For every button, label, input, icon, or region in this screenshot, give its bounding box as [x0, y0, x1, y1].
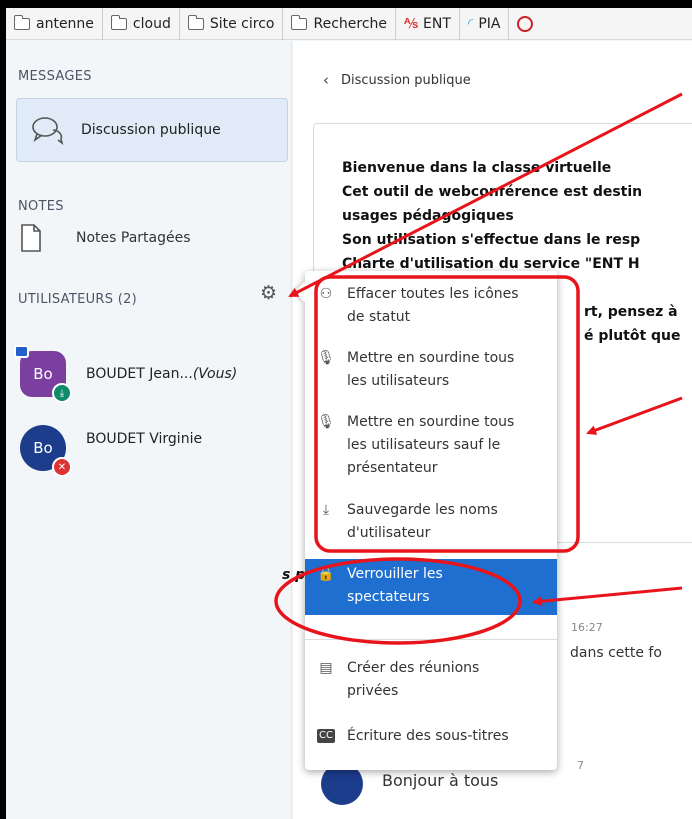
menu-item-breakout-rooms[interactable]: ▤ Créer des réunions privées: [305, 657, 557, 709]
download-status-icon: ⤓: [52, 383, 72, 403]
message-timestamp: 7: [577, 759, 584, 772]
browser-window: antenne cloud Site circo Recherche ⅍ ENT …: [6, 8, 692, 819]
back-button[interactable]: ‹ Discussion publique: [323, 71, 471, 89]
users-header: UTILISATEURS (2): [18, 292, 138, 307]
bookmark-antenne[interactable]: antenne: [6, 8, 103, 40]
folder-icon: [291, 14, 308, 30]
download-icon: ⤓: [322, 502, 330, 518]
welcome-line: rt, pensez à: [584, 304, 678, 320]
welcome-line: usages pédagogiques: [342, 208, 514, 224]
bookmark-logo-icon: [517, 15, 534, 32]
menu-item-label: Mettre en sourdine tous les utilisateurs: [347, 350, 515, 389]
folder-icon: [14, 14, 30, 30]
menu-item-save-usernames[interactable]: ⤓ Sauvegarde les noms d'utilisateur: [305, 499, 557, 551]
bookmark-pia[interactable]: ◜ PIA: [460, 8, 510, 40]
sidebar: MESSAGES Discussion publique NOTES Notes…: [6, 41, 292, 819]
user-list-item[interactable]: Bo ✕ BOUDET Virginie: [20, 425, 203, 477]
menu-item-label: Créer des réunions privées: [347, 660, 480, 699]
message-text: Bonjour à tous: [382, 771, 499, 790]
user-name: BOUDET Jean...(Vous): [86, 366, 238, 382]
menu-item-mute-all[interactable]: 🎙 Mettre en sourdine tous les utilisateur…: [305, 347, 557, 399]
notes-header: NOTES: [18, 199, 64, 214]
messages-header: MESSAGES: [18, 69, 92, 84]
public-chat-label: Discussion publique: [81, 122, 221, 138]
chevron-left-icon: ‹: [323, 71, 329, 89]
menu-item-lock-viewers[interactable]: 🔒 Verrouiller les spectateurs: [305, 559, 557, 615]
bookmarks-bar: antenne cloud Site circo Recherche ⅍ ENT …: [6, 8, 692, 40]
folder-icon: [110, 14, 127, 30]
bookmark-cloud[interactable]: cloud: [103, 8, 180, 40]
mute-icon: 🎙: [317, 414, 335, 430]
menu-item-label: Mettre en sourdine tous les utilisateurs …: [347, 414, 515, 476]
clear-status-icon: ⚇: [319, 286, 333, 302]
user-options-menu: ⚇ Effacer toutes les icônes de statut 🎙 M…: [305, 271, 557, 770]
muted-mic-icon: ✕: [52, 457, 72, 477]
ent-logo-icon: ⅍: [404, 16, 419, 32]
avatar: Bo ⤓: [14, 345, 72, 403]
document-icon: [21, 224, 41, 252]
menu-item-label: Verrouiller les spectateurs: [347, 566, 443, 605]
lock-icon: 🔒: [317, 566, 335, 582]
user-list-item[interactable]: Bo ⤓ BOUDET Jean...(Vous): [14, 345, 238, 403]
menu-item-label: Écriture des sous-titres: [347, 728, 509, 744]
bookmark-ent[interactable]: ⅍ ENT: [396, 8, 460, 40]
gear-icon[interactable]: ⚙: [260, 284, 277, 303]
avatar: Bo ✕: [20, 425, 72, 477]
welcome-line: Cet outil de webconférence est destin: [342, 184, 643, 200]
folder-icon: [187, 14, 204, 30]
shared-notes-item[interactable]: Notes Partagées: [20, 223, 191, 253]
welcome-line: é plutôt que: [584, 328, 681, 344]
welcome-line: Charte d'utilisation du service "ENT H: [342, 256, 640, 272]
user-name: BOUDET Virginie: [86, 431, 203, 447]
bookmark-site-circo[interactable]: Site circo: [180, 8, 284, 40]
shared-notes-label: Notes Partagées: [76, 230, 191, 246]
closed-captions-icon: CC: [317, 729, 335, 743]
menu-divider: [305, 639, 557, 640]
pia-logo-icon: ◜: [467, 15, 474, 32]
menu-item-label: Sauvegarde les noms d'utilisateur: [347, 502, 498, 541]
bookmark-extra[interactable]: [509, 8, 546, 40]
mute-icon: 🎙: [317, 350, 335, 366]
bookmark-recherche[interactable]: Recherche: [283, 8, 397, 40]
presenter-icon: [14, 345, 29, 358]
menu-item-clear-status[interactable]: ⚇ Effacer toutes les icônes de statut: [305, 283, 557, 335]
public-chat-item[interactable]: Discussion publique: [16, 98, 288, 162]
welcome-line: Bienvenue dans la classe virtuelle: [342, 160, 612, 176]
menu-item-captions[interactable]: CC Écriture des sous-titres: [305, 725, 557, 755]
menu-item-label: Effacer toutes les icônes de statut: [347, 286, 519, 325]
breakout-rooms-icon: ▤: [319, 660, 333, 676]
message-text: dans cette fo: [570, 645, 662, 661]
menu-item-mute-all-except-presenter[interactable]: 🎙 Mettre en sourdine tous les utilisateur…: [305, 411, 557, 487]
message-timestamp: 16:27: [571, 621, 603, 634]
chat-bubbles-icon: [32, 117, 64, 145]
welcome-line: Son utilisation s'effectue dans le resp: [342, 232, 641, 248]
